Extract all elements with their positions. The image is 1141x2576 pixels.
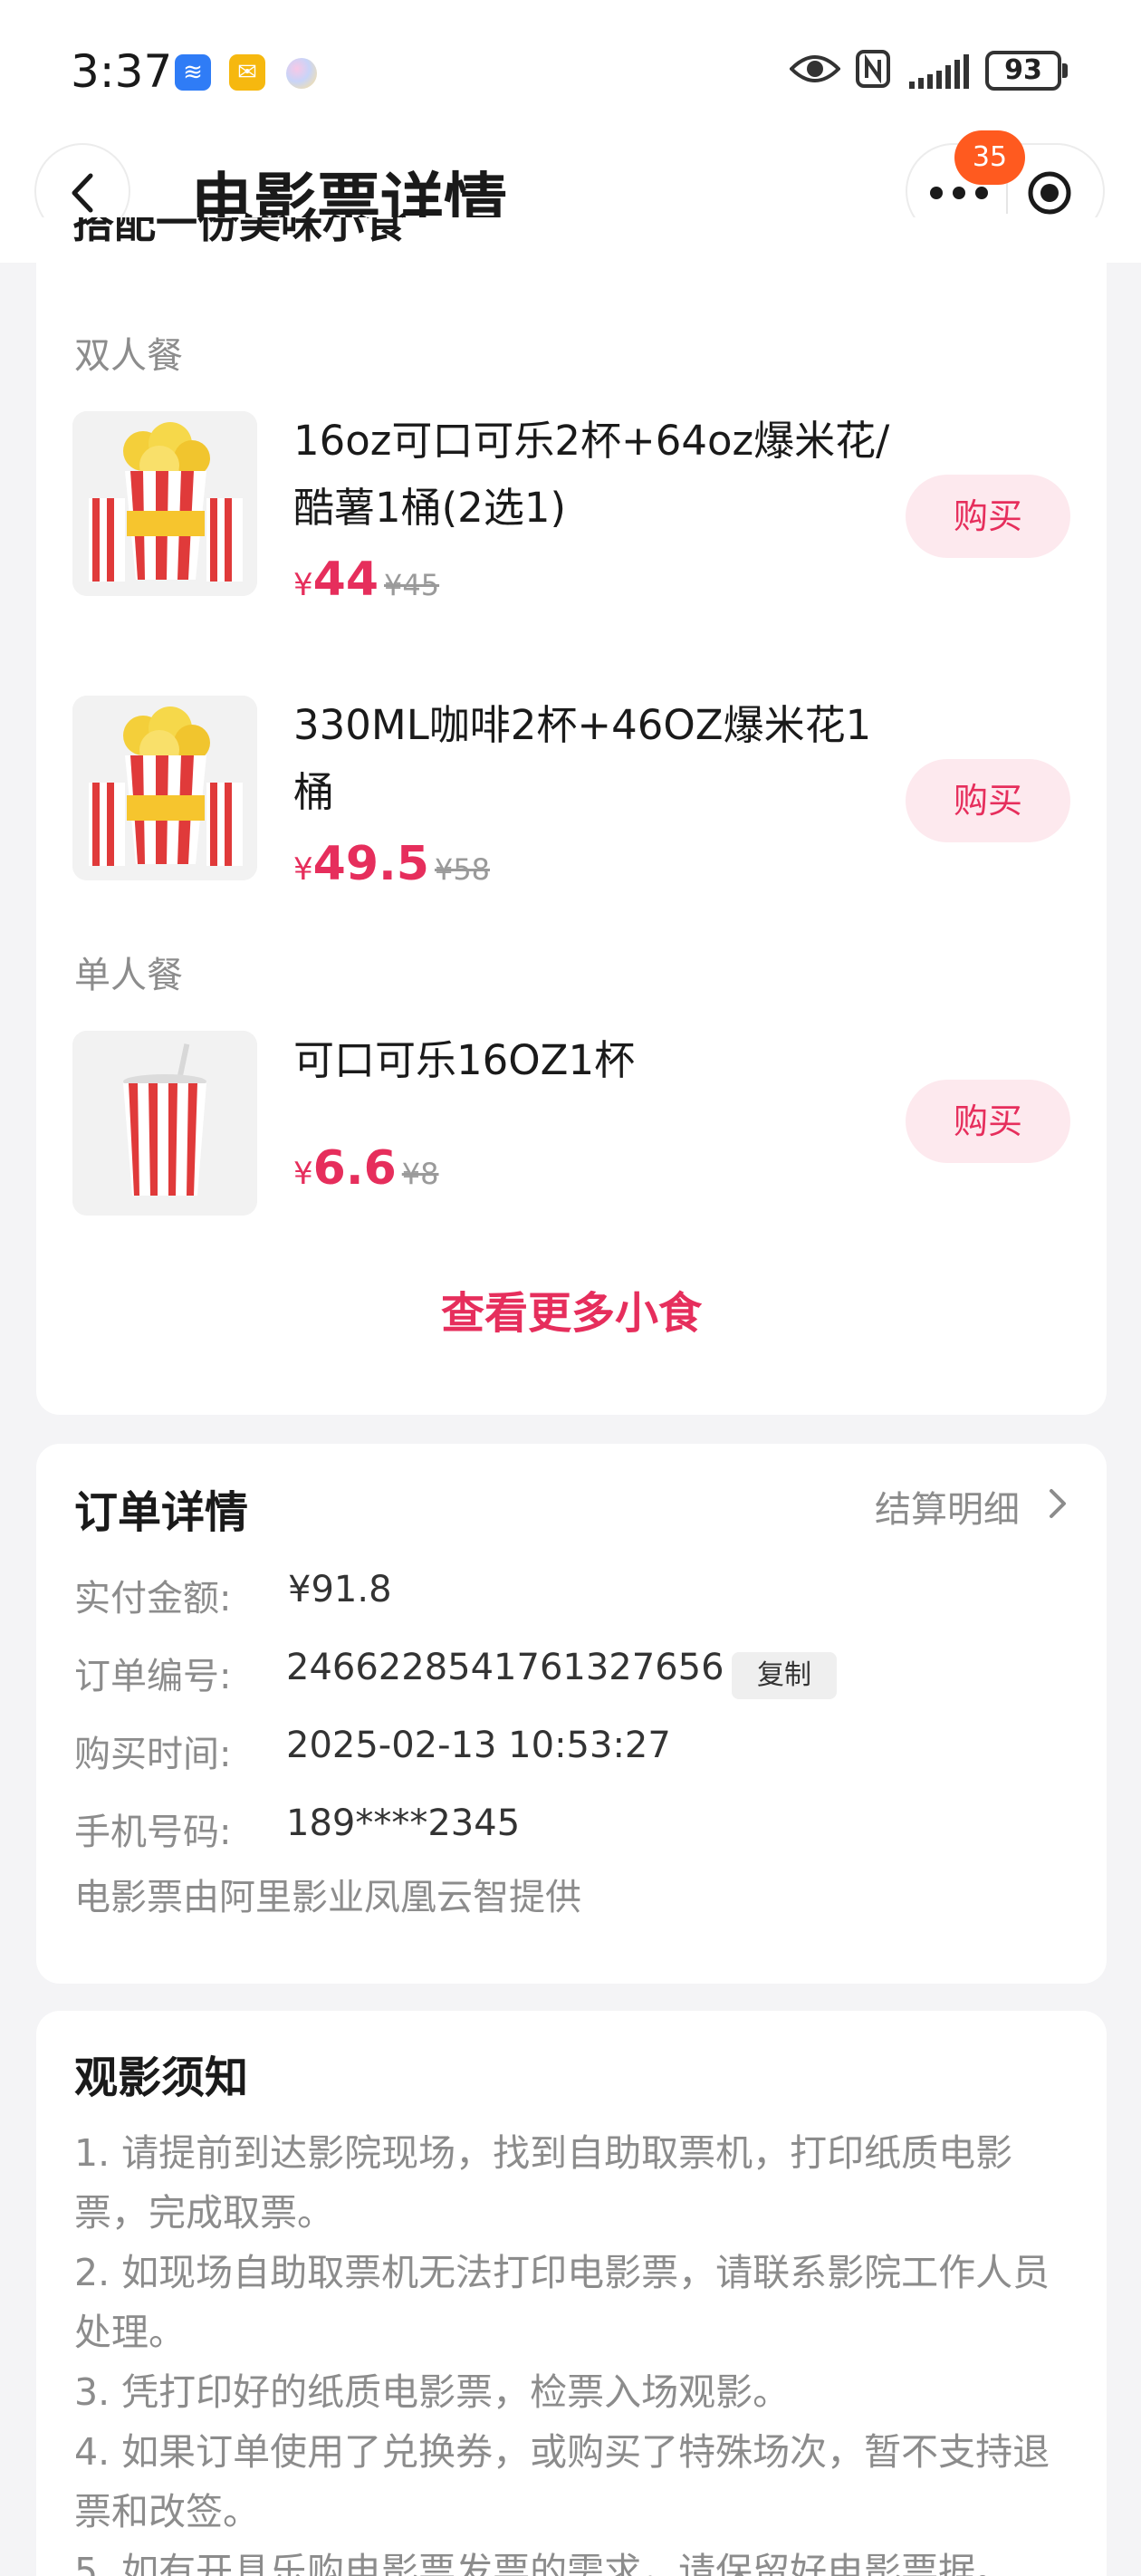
close-miniapp-icon[interactable]	[1027, 170, 1072, 216]
status-bar: 3:37 ≋ ✉ 93	[0, 0, 1141, 136]
snack-title-1: 16oz可口可乐2杯+64oz爆米花/酷薯1桶(2选1)	[293, 417, 890, 532]
purchase-time-label: 购买时间:	[74, 1734, 232, 1775]
paid-amount-label: 实付金额:	[74, 1578, 232, 1620]
phone-number-value: 189****2345	[286, 1802, 521, 1844]
nfc-icon	[856, 50, 890, 88]
settlement-details-label: 结算明细	[875, 1489, 1020, 1531]
order-details-title: 订单详情	[74, 1487, 249, 1538]
snack-price-3: ¥6.6 ¥8	[293, 1141, 438, 1196]
group-label-single: 单人餐	[74, 955, 183, 996]
paid-amount-value: ¥91.8	[288, 1569, 392, 1610]
battery-level: 93	[1004, 54, 1042, 86]
viewing-notice-title: 观影须知	[74, 2052, 249, 2103]
currency-symbol: ¥	[293, 567, 313, 603]
notice-item: 1. 请提前到达影院现场，找到自助取票机，打印纸质电影票，完成取票。	[74, 2131, 1013, 2235]
phone-number-label: 手机号码:	[74, 1812, 232, 1853]
price-current: 44	[312, 553, 379, 607]
battery-tip	[1062, 63, 1068, 78]
notice-item: 4. 如果订单使用了兑换券，或购买了特殊场次，暂不支持退票和改签。	[74, 2430, 1050, 2533]
mail-app-icon: ✉	[229, 54, 265, 91]
chevron-left-icon	[72, 173, 93, 213]
flower-app-icon	[286, 58, 317, 89]
snack-title-2: 330ML咖啡2杯+46OZ爆米花1桶	[293, 701, 872, 816]
more-dots-icon[interactable]	[927, 183, 991, 203]
provider-note: 电影票由阿里影业凤凰云智提供	[74, 1877, 581, 1918]
price-original: ¥45	[384, 568, 440, 602]
order-details-card: 订单详情 结算明细 实付金额: ¥91.8 订单编号: 246622854176…	[36, 1444, 1107, 1984]
price-current: 49.5	[312, 837, 429, 891]
snack-title-3: 可口可乐16OZ1杯	[293, 1036, 636, 1084]
battery-indicator: 93	[985, 51, 1061, 91]
snack-price-1: ¥44 ¥45	[293, 553, 439, 607]
eye-icon	[790, 55, 840, 82]
snacks-heading: 搭配一份美味小食	[72, 217, 406, 247]
price-original: ¥8	[401, 1157, 439, 1191]
snacks-card: 搭配一份美味小食 双人餐 16oz可口可乐2杯+64oz爆米花/酷薯1桶(2选1…	[36, 217, 1107, 1415]
wifi-app-icon: ≋	[175, 54, 211, 91]
order-number-label: 订单编号:	[74, 1656, 232, 1697]
settlement-details-link[interactable]: 结算明细	[875, 1480, 1066, 1533]
notice-list: 1. 请提前到达影院现场，找到自助取票机，打印纸质电影票，完成取票。 2. 如现…	[74, 2123, 1070, 2576]
popcorn-combo-image	[72, 696, 257, 880]
notice-item: 2. 如现场自助取票机无法打印电影票，请联系影院工作人员处理。	[74, 2251, 1050, 2354]
price-current: 6.6	[312, 1141, 397, 1196]
popcorn-combo-image	[72, 411, 257, 596]
buy-button-3[interactable]: 购买	[906, 1080, 1070, 1163]
price-original: ¥58	[434, 852, 491, 887]
notice-item: 3. 凭打印好的纸质电影票，检票入场观影。	[74, 2370, 791, 2414]
buy-button-2[interactable]: 购买	[906, 759, 1070, 842]
snack-price-2: ¥49.5 ¥58	[293, 837, 490, 891]
notification-badge: 35	[954, 130, 1025, 185]
purchase-time-value: 2025-02-13 10:53:27	[286, 1725, 671, 1766]
currency-symbol: ¥	[293, 1156, 313, 1192]
signal-icon	[909, 54, 969, 89]
more-snacks-link[interactable]: 查看更多小食	[36, 1277, 1107, 1341]
buy-button-1[interactable]: 购买	[906, 475, 1070, 558]
viewing-notice-card: 观影须知 1. 请提前到达影院现场，找到自助取票机，打印纸质电影票，完成取票。 …	[36, 2011, 1107, 2576]
chevron-right-icon	[1050, 1489, 1066, 1518]
notice-item: 5. 如有开具乐购电影票发票的需求，请保留好电影票据。	[74, 2550, 1013, 2576]
status-time: 3:37	[71, 45, 173, 98]
copy-button[interactable]: 复制	[732, 1652, 837, 1699]
group-label-double: 双人餐	[74, 335, 183, 377]
order-number-value: 2466228541761327656	[286, 1647, 724, 1688]
currency-symbol: ¥	[293, 851, 313, 888]
drink-cup-image	[72, 1031, 257, 1216]
